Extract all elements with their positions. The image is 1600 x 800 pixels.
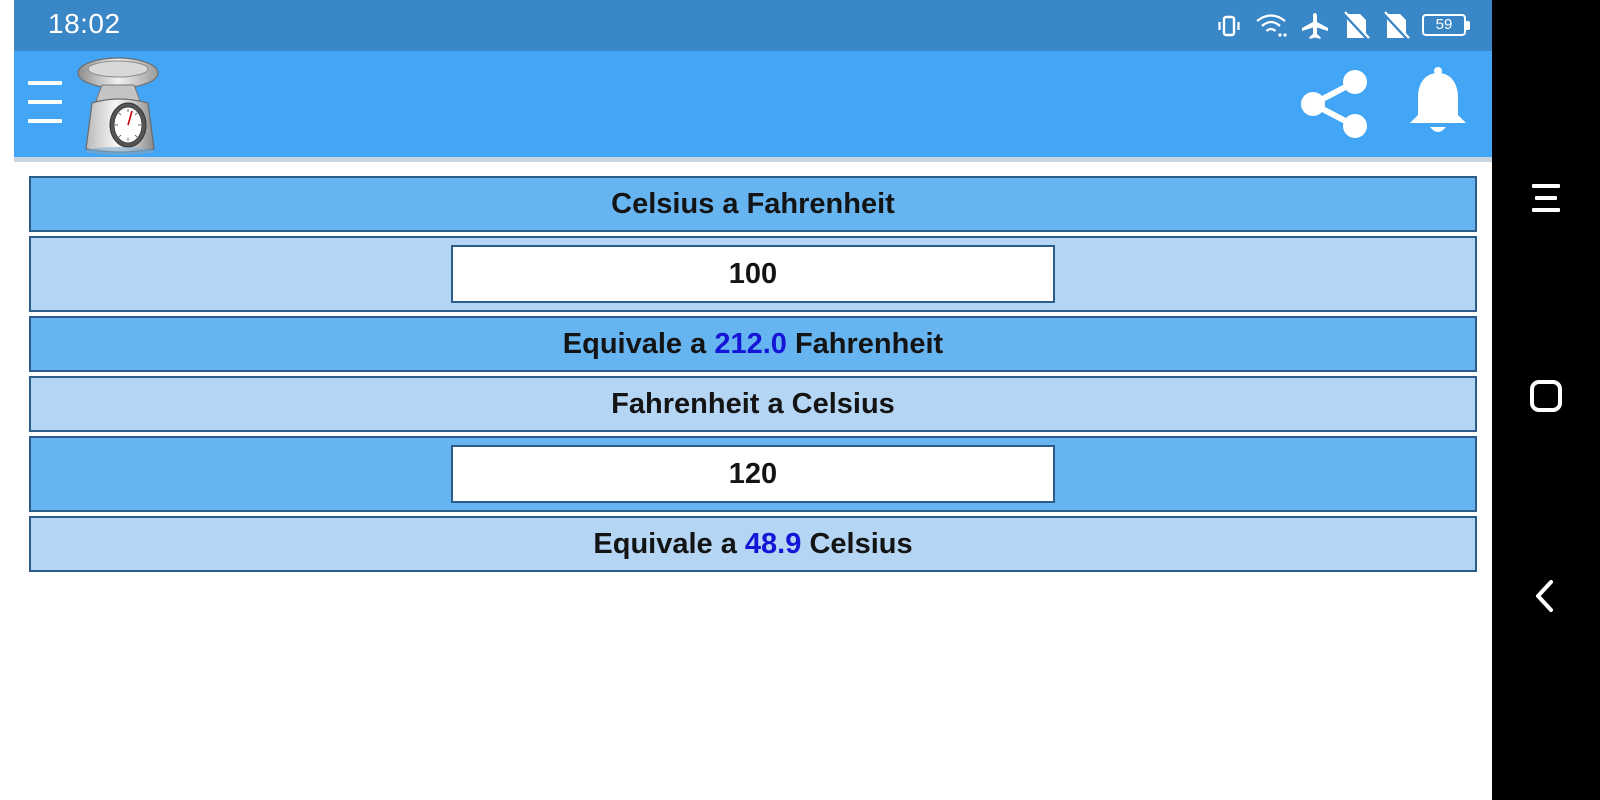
menu-icon — [28, 81, 62, 85]
celsius-input[interactable] — [451, 245, 1055, 303]
battery-icon: 59 — [1422, 14, 1472, 38]
status-time: 18:02 — [48, 8, 121, 39]
fahrenheit-input-row — [29, 436, 1477, 512]
result-prefix: Equivale a — [562, 327, 707, 360]
fahrenheit-result-row: Equivale a 212.0 Fahrenheit — [29, 316, 1477, 372]
no-sim-icon — [1382, 11, 1410, 41]
celsius-result-row: Equivale a 48.9 Celsius — [29, 516, 1477, 572]
result-unit: Fahrenheit — [794, 327, 944, 360]
share-icon[interactable] — [1297, 65, 1373, 141]
result-unit: Celsius — [809, 527, 913, 560]
recents-icon — [1532, 184, 1560, 212]
fahrenheit-input[interactable] — [451, 445, 1055, 503]
recents-button[interactable] — [1492, 180, 1600, 216]
celsius-to-fahrenheit-title: Celsius a Fahrenheit — [611, 187, 895, 220]
home-icon — [1530, 380, 1562, 412]
celsius-input-row — [29, 236, 1477, 312]
celsius-result-text: Equivale a 48.9 Celsius — [593, 528, 912, 561]
system-nav-bar — [1492, 0, 1600, 800]
bell-icon[interactable] — [1406, 65, 1470, 141]
fahrenheit-to-celsius-title-row: Fahrenheit a Celsius — [29, 376, 1477, 432]
result-prefix: Equivale a — [593, 527, 737, 560]
fahrenheit-result-text: Equivale a 212.0 Fahrenheit — [563, 328, 943, 361]
back-icon — [1536, 580, 1553, 612]
fahrenheit-to-celsius-title: Fahrenheit a Celsius — [611, 387, 895, 420]
status-bar: 18:02 59 — [14, 0, 1492, 51]
status-icons: 59 — [1216, 10, 1472, 42]
airplane-mode-icon — [1302, 13, 1328, 39]
battery-level: 59 — [1422, 14, 1466, 36]
no-sim-icon — [1342, 11, 1370, 41]
kitchen-scale-logo — [77, 57, 159, 155]
app-bar — [14, 51, 1492, 162]
fahrenheit-result-value: 212.0 — [714, 327, 787, 360]
app-screen: 18:02 59 Celsius a Fahrenheit 100 Equiva… — [14, 0, 1492, 800]
menu-button[interactable] — [28, 81, 62, 123]
vibrate-icon — [1218, 15, 1240, 37]
wifi-icon — [1256, 14, 1287, 37]
home-button[interactable] — [1492, 378, 1600, 414]
back-button[interactable] — [1492, 578, 1600, 614]
celsius-to-fahrenheit-title-row: Celsius a Fahrenheit — [29, 176, 1477, 232]
celsius-result-value: 48.9 — [744, 527, 802, 560]
